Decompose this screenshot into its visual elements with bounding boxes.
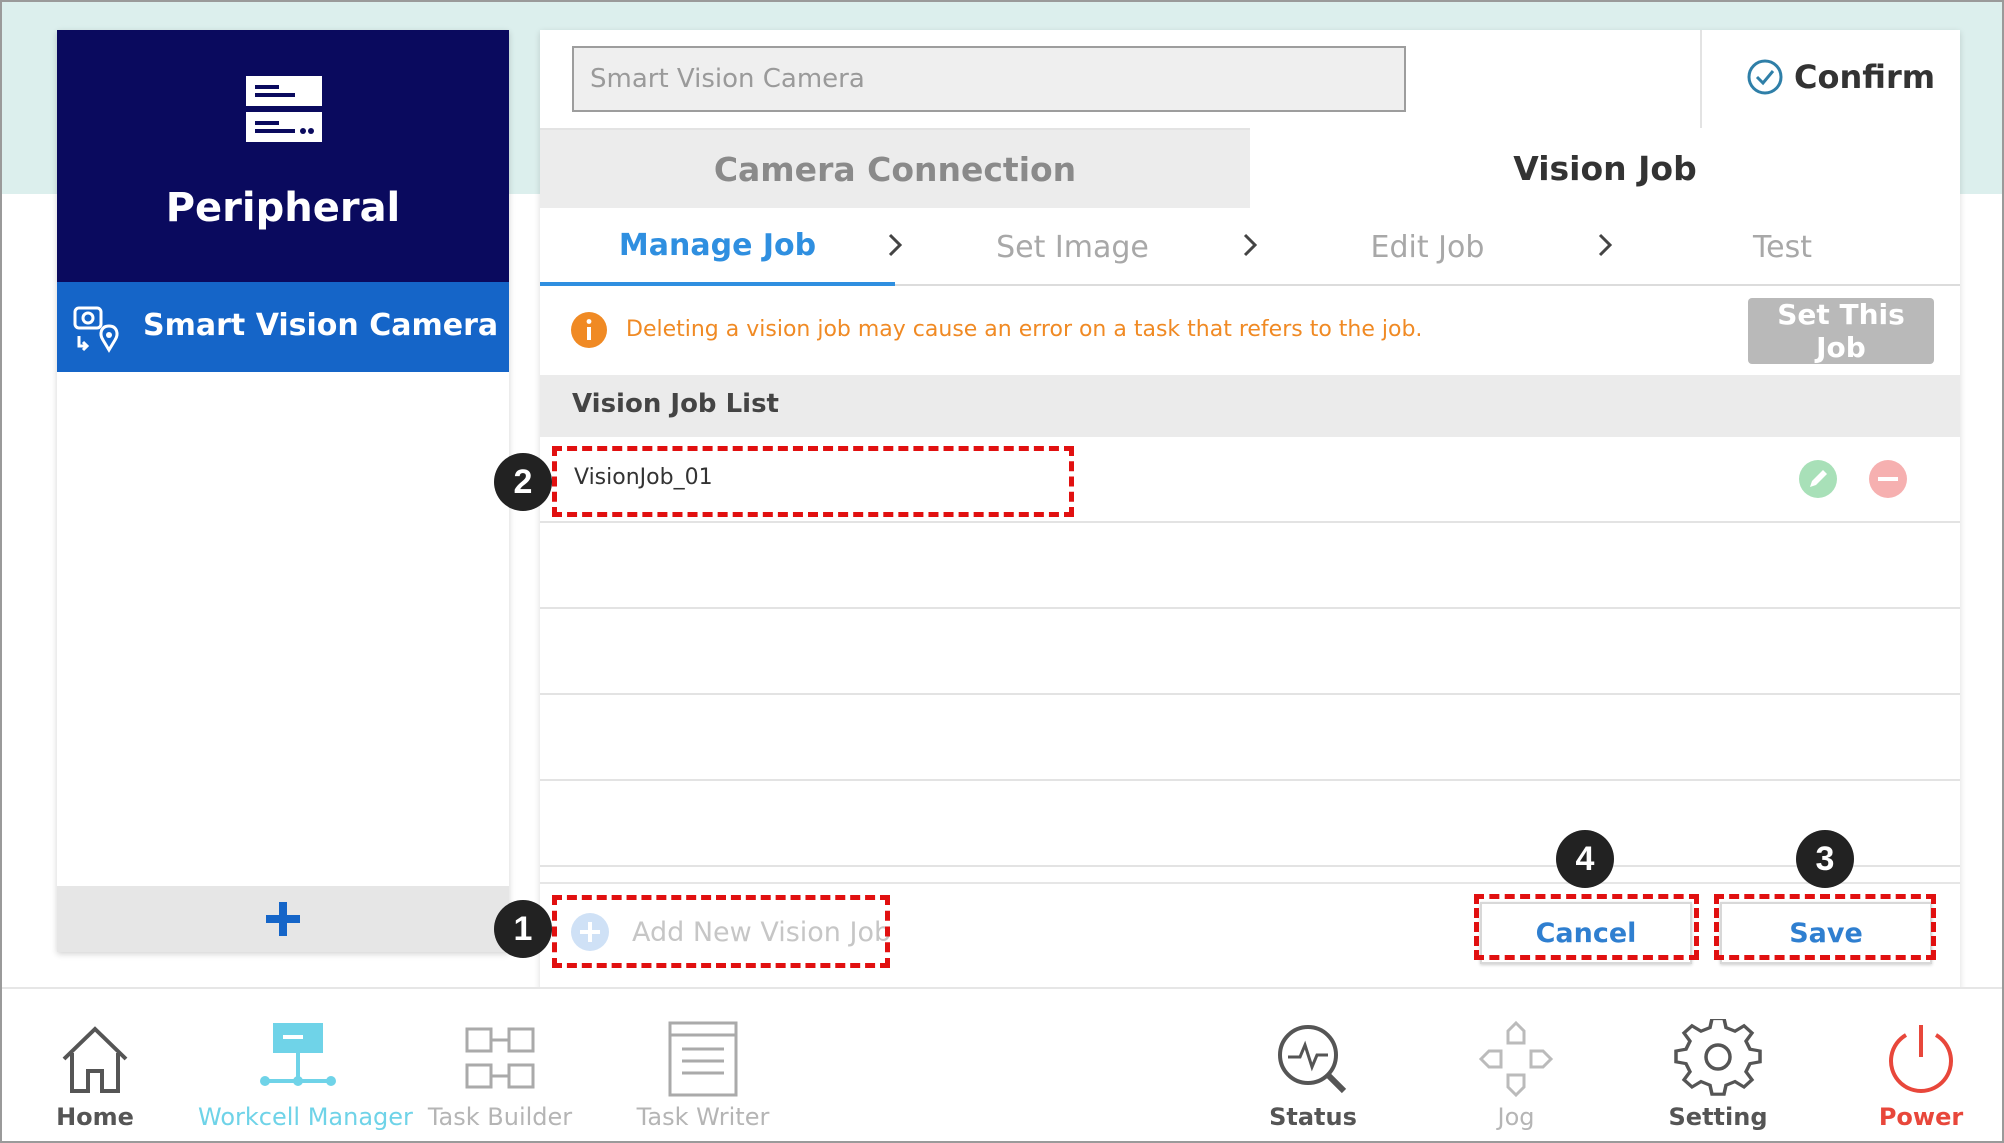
list-title: Vision Job List	[572, 389, 779, 419]
nav-workcell-manager[interactable]: Workcell Manager	[198, 989, 413, 1141]
bottom-navigation: Home Workcell Manager Task Builder Task …	[2, 987, 2002, 1141]
annotation-badge-2: 2	[494, 453, 552, 511]
step-edit-job[interactable]: Edit Job	[1250, 208, 1605, 286]
jog-icon	[1478, 1020, 1554, 1098]
nav-jog[interactable]: Jog	[1416, 989, 1616, 1141]
power-icon	[1889, 1025, 1953, 1093]
sidebar-item-smart-vision-camera[interactable]: Smart Vision Camera	[57, 282, 509, 372]
annotation-badge-3: 3	[1796, 830, 1854, 888]
annotation-badge-4: 4	[1556, 830, 1614, 888]
status-icon	[1278, 1025, 1347, 1094]
vision-camera-icon	[73, 306, 119, 353]
vision-job-list-header: Vision Job List	[540, 375, 1960, 437]
plus-icon	[266, 902, 300, 936]
nav-task-builder[interactable]: Task Builder	[400, 989, 600, 1141]
empty-row	[540, 781, 1960, 867]
annotation-box-1	[552, 895, 890, 968]
nav-status[interactable]: Status	[1213, 989, 1413, 1141]
nav-label-setting: Setting	[1668, 1103, 1768, 1131]
tab-camera-connection[interactable]: Camera Connection	[540, 128, 1250, 208]
nav-label-task-builder: Task Builder	[427, 1103, 573, 1131]
nav-label-task-writer: Task Writer	[636, 1103, 770, 1131]
empty-row	[540, 695, 1960, 781]
delete-minus-icon[interactable]	[1868, 459, 1908, 499]
warning-message: Deleting a vision job may cause an error…	[626, 317, 1423, 342]
step-indicator: Manage Job Set Image Edit Job Test	[540, 208, 1960, 286]
set-this-job-button[interactable]: Set This Job	[1748, 298, 1934, 364]
confirm-area: Confirm	[1700, 30, 1960, 128]
nav-label-workcell: Workcell Manager	[198, 1103, 413, 1131]
tab-vision-job[interactable]: Vision Job	[1250, 128, 1960, 208]
empty-row	[540, 523, 1960, 609]
nav-label-status: Status	[1269, 1103, 1357, 1131]
task-builder-icon	[465, 1027, 535, 1089]
step-test[interactable]: Test	[1605, 208, 1960, 286]
nav-label-home: Home	[56, 1103, 134, 1131]
divider	[540, 882, 1960, 884]
server-icon	[246, 76, 322, 142]
nav-label-jog: Jog	[1497, 1103, 1535, 1131]
peripheral-title: Peripheral	[165, 185, 401, 231]
add-peripheral-button[interactable]	[57, 886, 509, 952]
nav-task-writer[interactable]: Task Writer	[603, 989, 803, 1141]
app-window: Peripheral Smart Vision Camera Smart Vis…	[0, 0, 2004, 1143]
annotation-box-3	[1714, 894, 1936, 960]
nav-power[interactable]: Power	[1821, 989, 2002, 1141]
confirm-button[interactable]: Confirm	[1746, 58, 1935, 96]
edit-pencil-icon[interactable]	[1798, 459, 1838, 499]
annotation-box-4	[1474, 894, 1699, 960]
nav-home[interactable]: Home	[2, 989, 195, 1141]
annotation-badge-1: 1	[494, 900, 552, 958]
home-icon	[62, 1026, 128, 1093]
step-set-image[interactable]: Set Image	[895, 208, 1250, 286]
sidebar-item-label: Smart Vision Camera	[143, 308, 499, 343]
nav-label-power: Power	[1878, 1103, 1964, 1131]
peripheral-panel: Peripheral Smart Vision Camera	[57, 30, 509, 952]
peripheral-header: Peripheral	[57, 30, 509, 282]
nav-setting[interactable]: Setting	[1618, 989, 1818, 1141]
annotation-box-2	[552, 446, 1074, 517]
confirm-label: Confirm	[1794, 58, 1936, 96]
warning-icon	[571, 312, 607, 348]
empty-row	[540, 609, 1960, 695]
device-name-input[interactable]	[572, 46, 1406, 112]
workcell-icon	[260, 1023, 336, 1086]
check-circle-icon	[1747, 59, 1783, 95]
step-manage-job[interactable]: Manage Job	[540, 208, 895, 286]
gear-icon	[1674, 1019, 1762, 1096]
task-writer-icon	[668, 1021, 738, 1097]
